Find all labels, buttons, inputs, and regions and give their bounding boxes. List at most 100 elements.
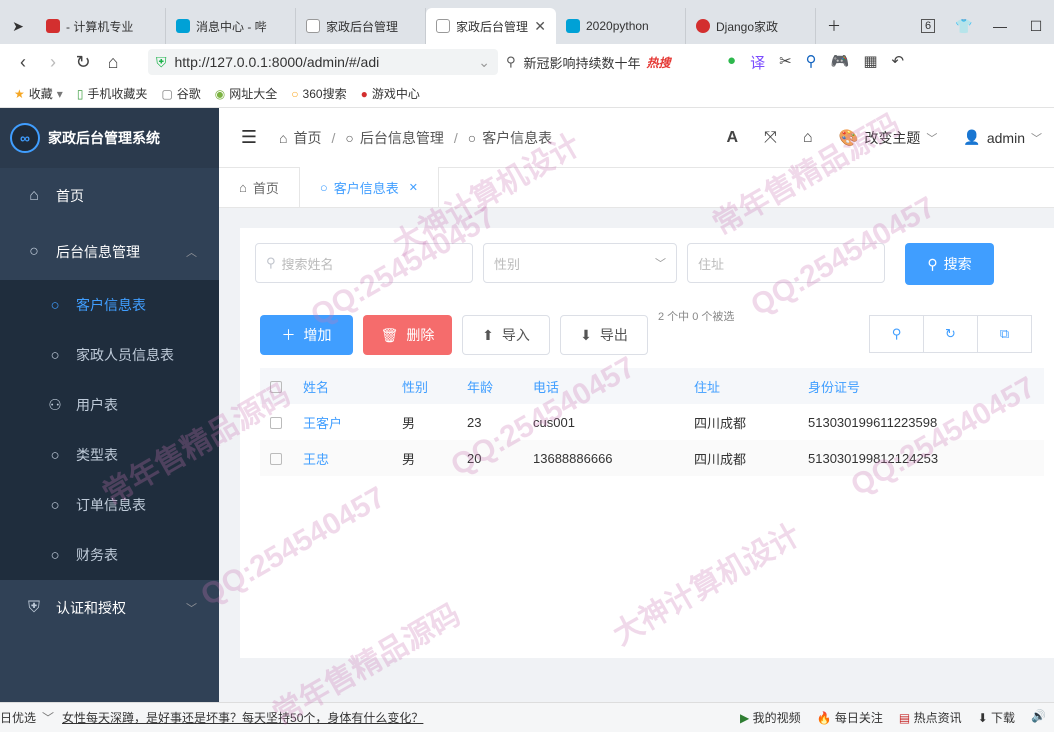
home-icon[interactable]: ⌂	[98, 52, 128, 73]
gender-select[interactable]: 性别 ﹀	[483, 243, 677, 283]
undo-icon[interactable]: ↶	[892, 52, 905, 73]
export-button[interactable]: ⬇ 导出	[560, 315, 648, 355]
browser-tab[interactable]: 消息中心 - 哔	[166, 8, 296, 44]
table-cell: 男	[402, 440, 467, 476]
phone-icon: ▯	[76, 86, 84, 101]
sidebar-item-home[interactable]: ⌂ 首页	[0, 168, 219, 224]
browser-tools: ● 译 ✂ ⚲ 🎮 ▦ ↶	[727, 52, 904, 73]
tab-favicon-icon	[696, 19, 710, 33]
forward-icon[interactable]: ›	[38, 52, 68, 73]
refresh-icon[interactable]: ↻	[923, 315, 978, 353]
translate-icon[interactable]: 译	[750, 52, 765, 73]
sidebar-item-finance[interactable]: ○ 财务表	[0, 530, 219, 580]
shirt-icon[interactable]: 👕	[946, 8, 982, 44]
address-bar[interactable]: ⛨ http://127.0.0.1:8000/admin/#/adi ⌄	[148, 49, 498, 75]
close-icon[interactable]: ✕	[409, 181, 418, 194]
new-tab-icon[interactable]: ＋	[816, 8, 852, 44]
magnifier-icon[interactable]: ⚲	[806, 52, 817, 73]
gamepad-icon[interactable]: 🎮	[831, 52, 850, 73]
column-header[interactable]: 年龄	[467, 368, 533, 404]
tab-label: 消息中心 - 哔	[196, 19, 267, 34]
bookmark-item[interactable]: ★ 收藏 ▾	[14, 85, 63, 102]
status-follow[interactable]: 🔥 每日关注	[817, 709, 883, 726]
column-header[interactable]: 住址	[694, 368, 808, 404]
app-brand[interactable]: ∞ 家政后台管理系统	[0, 108, 219, 168]
bookmark-item[interactable]: ● 游戏中心	[361, 85, 420, 102]
customer-name-link[interactable]: 王忠	[303, 440, 402, 476]
browser-search[interactable]: ⚲ 新冠影响持续数十年 热搜	[506, 49, 711, 75]
grid-icon[interactable]: ▦	[863, 52, 877, 73]
circle-icon: ○	[467, 129, 477, 146]
browser-tab[interactable]: 2020python	[556, 8, 686, 44]
font-size-icon[interactable]: A	[726, 129, 738, 147]
table-cell: 男	[402, 415, 416, 431]
speaker-icon[interactable]: 🔊	[1031, 709, 1046, 726]
sidebar-item-users[interactable]: ⚇ 用户表	[0, 380, 219, 430]
status-video[interactable]: ▶ 我的视频	[740, 709, 801, 726]
sidebar-group-auth[interactable]: ⛨ 认证和授权 ﹀	[0, 580, 219, 636]
chevron-down-icon[interactable]: ﹀	[42, 709, 54, 726]
reload-icon[interactable]: ↻	[68, 52, 98, 73]
browser-tab-active[interactable]: 家政后台管理 ✕	[426, 8, 556, 44]
game-center-icon: ●	[360, 86, 368, 101]
user-menu[interactable]: 👤 admin ﹀	[963, 129, 1042, 146]
search-name-input[interactable]: ⚲ 搜索姓名	[255, 243, 473, 283]
tag-customer[interactable]: ○ 客户信息表 ✕	[298, 167, 439, 207]
import-button[interactable]: ⬆ 导入	[462, 315, 550, 355]
browser-tab[interactable]: - 计算机专业	[36, 8, 166, 44]
tag-home[interactable]: ⌂ 首页	[219, 167, 299, 207]
home-icon: ⌂	[239, 179, 247, 195]
scissors-icon[interactable]: ✂	[779, 52, 792, 73]
minimize-icon[interactable]: —	[982, 8, 1018, 44]
status-left[interactable]: 日优选	[0, 709, 36, 726]
maximize-icon[interactable]: ☐	[1018, 8, 1054, 44]
status-news[interactable]: ▤ 热点资讯	[899, 709, 962, 726]
row-checkbox[interactable]	[270, 417, 282, 430]
add-button[interactable]: ＋ 增加	[260, 315, 353, 355]
dropdown-icon[interactable]: ⌄	[478, 54, 490, 71]
sidebar-item-customer[interactable]: ○ 客户信息表	[0, 280, 219, 330]
sidebar-item-types[interactable]: ○ 类型表	[0, 430, 219, 480]
tab-count-badge[interactable]: 6	[910, 8, 946, 44]
breadcrumb-group[interactable]: 后台信息管理	[360, 128, 444, 148]
bookmark-item[interactable]: ◉ 网址大全	[215, 85, 278, 102]
browser-status-bar: 日优选 ﹀ 女性每天深蹲，是好事还是坏事？每天坚持50个，身体有什么变化？ ▶ …	[0, 702, 1054, 732]
status-download[interactable]: ⬇ 下载	[978, 709, 1015, 726]
news-link[interactable]: 女性每天深蹲，是好事还是坏事？每天坚持50个，身体有什么变化？	[62, 709, 423, 726]
page-icon: ▢	[161, 86, 173, 101]
url-text[interactable]: http://127.0.0.1:8000/admin/#/adi	[175, 54, 473, 70]
home-icon[interactable]: ⌂	[803, 129, 813, 147]
sidebar-group-admin[interactable]: ○ 后台信息管理 ︿	[0, 224, 219, 280]
browser-tab[interactable]: 家政后台管理	[296, 8, 426, 44]
address-input[interactable]: 住址	[687, 243, 885, 283]
column-header[interactable]: 电话	[533, 368, 694, 404]
bookmark-item[interactable]: ▢ 谷歌	[161, 85, 200, 102]
select-all-checkbox[interactable]	[270, 381, 282, 394]
search-button[interactable]: ⚲ 搜索	[905, 243, 994, 285]
search-toggle-icon[interactable]: ⚲	[869, 315, 924, 353]
bookmark-item[interactable]: ○ 360搜索	[291, 85, 346, 102]
sidebar-item-housekeeper[interactable]: ○ 家政人员信息表	[0, 330, 219, 380]
browser-tab[interactable]: Django家政	[686, 8, 816, 44]
menu-toggle-icon[interactable]: ☰	[219, 127, 279, 148]
theme-switcher[interactable]: 🎨 改变主题 ﹀	[839, 128, 938, 148]
close-tab-icon[interactable]: ✕	[534, 18, 546, 35]
table-header-row: 姓名 性别 年龄 电话 住址 身份证号	[260, 368, 1044, 404]
table-row: 王忠 男 20 13688886666 四川成都 513030199812124…	[260, 440, 1044, 476]
column-header[interactable]: 身份证号	[808, 368, 1044, 404]
delete-button[interactable]: 🗑 删除	[363, 315, 452, 355]
customer-name-link[interactable]: 王客户	[303, 404, 402, 440]
table-row: 王客户 男 23 cus001 四川成都 513030199611223598	[260, 404, 1044, 440]
fullscreen-icon[interactable]: ⤧	[764, 129, 777, 147]
columns-icon[interactable]: ⧉	[977, 315, 1032, 353]
breadcrumb-home[interactable]: 首页	[293, 128, 321, 148]
column-header[interactable]: 性别	[402, 368, 467, 404]
row-checkbox[interactable]	[270, 453, 282, 466]
back-icon[interactable]: ‹	[8, 52, 38, 73]
column-header[interactable]: 姓名	[303, 368, 402, 404]
sidebar-item-orders[interactable]: ○ 订单信息表	[0, 480, 219, 530]
extension-icon[interactable]: ●	[727, 52, 736, 73]
browser-logo-icon[interactable]: ➤	[0, 8, 36, 44]
globe-icon: ◉	[214, 86, 226, 101]
bookmark-item[interactable]: ▯ 手机收藏夹	[77, 85, 148, 102]
